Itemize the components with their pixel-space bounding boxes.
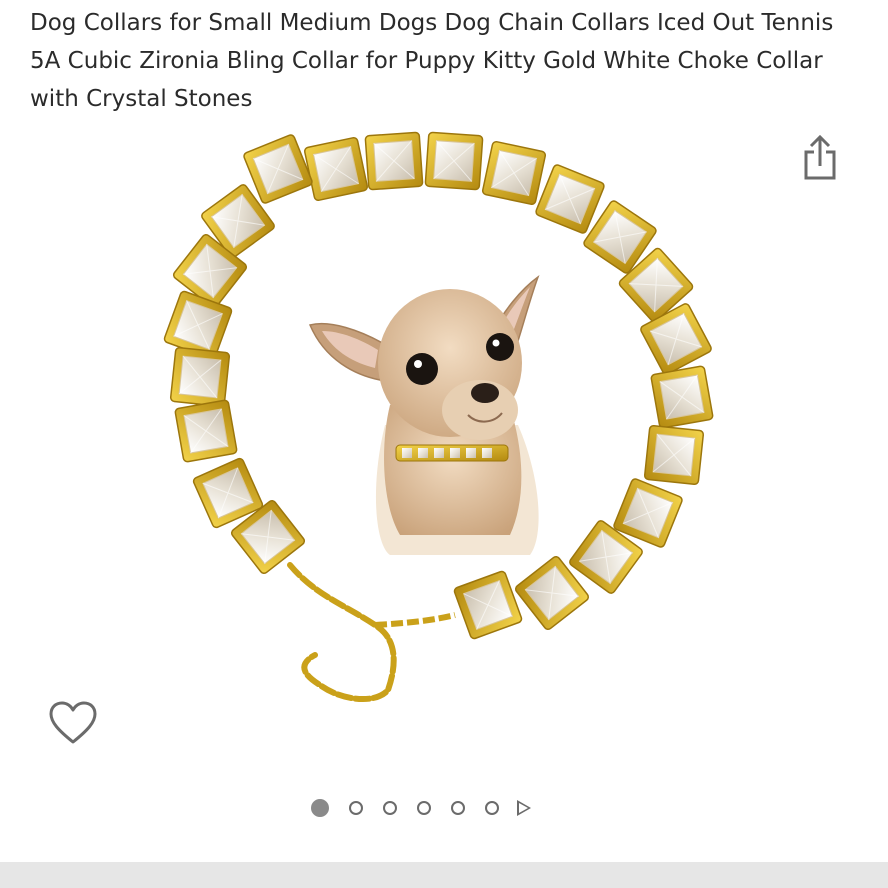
share-button[interactable] xyxy=(800,134,840,182)
carousel-dot-1[interactable] xyxy=(311,799,329,817)
play-triangle-icon[interactable] xyxy=(517,800,531,816)
carousel-dot-5[interactable] xyxy=(451,801,465,815)
bottom-divider xyxy=(0,862,888,888)
heart-outline-icon xyxy=(49,701,97,744)
product-photo xyxy=(162,131,715,703)
wishlist-button[interactable] xyxy=(48,700,98,746)
share-icon xyxy=(804,134,836,180)
product-image[interactable] xyxy=(150,125,740,725)
carousel-dot-6[interactable] xyxy=(485,801,499,815)
carousel-dot-3[interactable] xyxy=(383,801,397,815)
dog-illustration xyxy=(308,274,540,555)
carousel-dot-2[interactable] xyxy=(349,801,363,815)
carousel-dot-4[interactable] xyxy=(417,801,431,815)
product-title: Dog Collars for Small Medium Dogs Dog Ch… xyxy=(30,10,834,112)
image-carousel-indicator xyxy=(311,796,531,820)
